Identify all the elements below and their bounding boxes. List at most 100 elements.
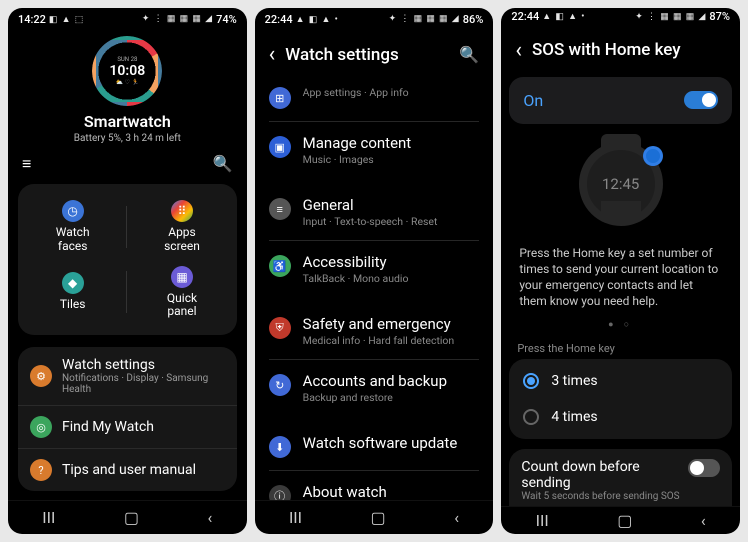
tile-apps-screen[interactable]: ⠿ Apps screen [127,194,236,260]
row-title: Tips and user manual [62,462,196,478]
nav-bar: III ▢ ‹ [255,500,494,534]
battery-status: Battery 5%, 3 h 24 m left [8,133,247,144]
nav-recent-icon[interactable]: III [289,508,302,527]
row-subtitle: Notifications · Display · Samsung Health [62,373,225,395]
nav-back-icon[interactable]: ‹ [701,511,706,530]
tile-tiles[interactable]: ◆ Tiles [18,260,127,326]
toggle-switch[interactable] [684,91,718,109]
nav-back-icon[interactable]: ‹ [208,508,213,527]
info-icon: ⓘ [269,485,291,500]
row-watch-settings[interactable]: ⚙ Watch settings Notifications · Display… [18,347,237,406]
row-subtitle: Backup and restore [303,391,447,404]
watchface-time: 10:08 [109,63,145,79]
tile-label: Watch faces [56,226,90,254]
option-4-times[interactable]: 4 times [509,399,732,435]
row-title: Accounts and backup [303,372,447,390]
row-title: Find My Watch [62,419,154,435]
row-title: Manage content [303,134,412,152]
radio-icon [523,409,539,425]
status-bar: 22:44 ▲ ◧ ▲ • ✦ ⋮ ▦ ▦ ▦ ◢ 86% [255,8,494,30]
page-title: Watch settings [285,45,449,65]
radio-icon [523,373,539,389]
question-icon: ? [30,459,52,481]
download-icon: ⬇ [269,436,291,458]
quick-panel-icon: ▦ [171,266,193,288]
row-manage-content[interactable]: ▣ Manage content Music · Images [255,124,494,176]
accessibility-icon: ♿ [269,255,291,277]
search-icon[interactable]: 🔍 [213,154,233,174]
row-title: About watch [303,483,387,500]
divider [269,240,480,241]
row-subtitle: App settings · App info [303,86,409,99]
option-3-times[interactable]: 3 times [509,363,732,399]
row-title: Watch settings [62,357,225,373]
row-title: Accessibility [303,253,409,271]
row-subtitle: Input · Text-to-speech · Reset [303,215,438,228]
row-subtitle: Medical info · Hard fall detection [303,334,455,347]
nav-home-icon[interactable]: ▢ [371,508,386,527]
row-about-watch[interactable]: ⓘ About watch [255,473,494,500]
nav-recent-icon[interactable]: III [536,511,549,530]
status-left-icons: ◧ ▲ ⬚ [49,14,84,25]
tile-label: Tiles [60,298,86,312]
countdown-row[interactable]: Count down before sending Wait 5 seconds… [509,449,732,506]
settings-list: ⚙ Watch settings Notifications · Display… [18,347,237,491]
status-right-icons: ✦ ⋮ ▦ ▦ ▦ ◢ [142,14,213,24]
row-accessibility[interactable]: ♿ Accessibility TalkBack · Mono audio [255,243,494,295]
row-subtitle: Wait 5 seconds before sending SOS [521,491,680,502]
back-icon[interactable]: ‹ [269,42,276,67]
search-icon[interactable]: 🔍 [459,45,479,64]
nav-back-icon[interactable]: ‹ [454,508,459,527]
clock-icon: ◷ [62,200,84,222]
row-subtitle: TalkBack · Mono audio [303,272,409,285]
master-toggle-row[interactable]: On [509,77,732,124]
press-count-options: 3 times 4 times [509,359,732,439]
row-find-my-watch[interactable]: ◎ Find My Watch [18,406,237,449]
tile-watch-faces[interactable]: ◷ Watch faces [18,194,127,260]
status-right-icons: ✦ ⋮ ▦ ▦ ▦ ◢ [635,12,706,22]
row-software-update[interactable]: ⬇ Watch software update [255,424,494,468]
watchface-preview[interactable]: SUN 28 10:08 ⛅ ♡ 🏃 Smartwatch Battery 5%… [8,30,247,148]
status-time: 22:44 [511,10,539,23]
page-indicator: ● ○ [501,315,740,338]
apps-icon: ⠿ [171,200,193,222]
content-icon: ▣ [269,136,291,158]
row-apps[interactable]: ⊞ App settings · App info [255,75,494,119]
row-accounts-backup[interactable]: ↻ Accounts and backup Backup and restore [255,362,494,414]
nav-home-icon[interactable]: ▢ [124,508,139,527]
watchface-complications: ⛅ ♡ 🏃 [116,79,139,86]
status-bar: 14:22 ◧ ▲ ⬚ ✦ ⋮ ▦ ▦ ▦ ◢ 74% [8,8,247,30]
tiles-icon: ◆ [62,272,84,294]
row-tips[interactable]: ? Tips and user manual [18,449,237,491]
description-text: Press the Home key a set number of times… [501,241,740,316]
row-general[interactable]: ≡ General Input · Text-to-speech · Reset [255,186,494,238]
home-key-highlight-icon [643,146,663,166]
countdown-switch[interactable] [688,459,720,477]
status-battery: 86% [463,13,484,26]
menu-icon[interactable]: ≡ [22,154,31,174]
shield-icon: ⛨ [269,317,291,339]
option-label: 3 times [551,373,597,389]
status-time: 22:44 [265,13,293,26]
divider [269,121,480,122]
sync-icon: ↻ [269,374,291,396]
status-right-icons: ✦ ⋮ ▦ ▦ ▦ ◢ [389,14,460,24]
status-time: 14:22 [18,13,46,26]
illustration-time: 12:45 [602,175,639,193]
screen-watch-settings: 22:44 ▲ ◧ ▲ • ✦ ⋮ ▦ ▦ ▦ ◢ 86% ‹ Watch se… [255,8,494,534]
tile-quick-panel[interactable]: ▦ Quick panel [127,260,236,326]
device-name: Smartwatch [8,112,247,131]
row-title: Watch software update [303,434,458,452]
nav-home-icon[interactable]: ▢ [617,511,632,530]
row-subtitle: Music · Images [303,153,412,166]
target-icon: ◎ [30,416,52,438]
status-battery: 74% [216,13,237,26]
row-safety-emergency[interactable]: ⛨ Safety and emergency Medical info · Ha… [255,305,494,357]
quick-tiles-grid: ◷ Watch faces ⠿ Apps screen ◆ Tiles ▦ Qu… [18,184,237,335]
status-bar: 22:44 ▲ ◧ ▲ • ✦ ⋮ ▦ ▦ ▦ ◢ 87% [501,8,740,26]
apps-icon: ⊞ [269,87,291,109]
nav-recent-icon[interactable]: III [42,508,55,527]
back-icon[interactable]: ‹ [515,38,522,63]
settings-list: ⊞ App settings · App info ▣ Manage conte… [255,75,494,500]
row-title: Safety and emergency [303,315,455,333]
